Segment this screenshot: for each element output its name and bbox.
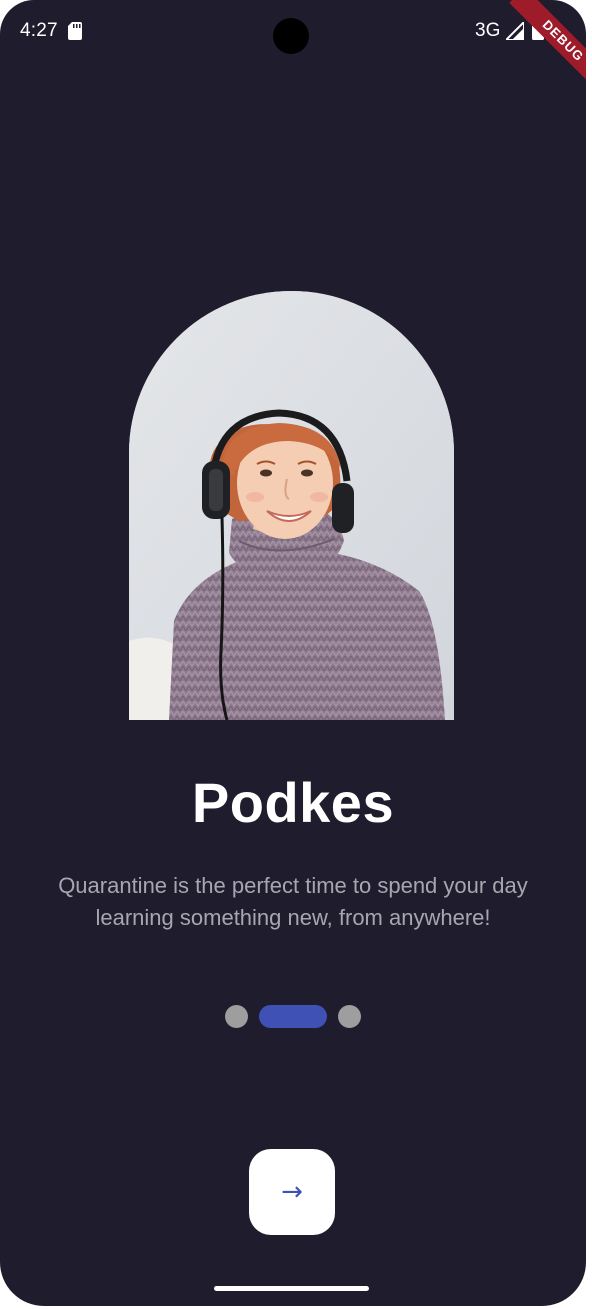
- onboarding-title: Podkes: [191, 771, 395, 834]
- status-time: 4:27: [20, 20, 58, 41]
- front-camera-cutout: [273, 18, 309, 54]
- signal-icon: [506, 22, 524, 40]
- debug-banner: DEBUG: [509, 0, 586, 95]
- woman-with-headphones-illustration: [129, 291, 454, 720]
- network-type: 3G: [475, 20, 501, 41]
- phone-screen: 4:27 3G DEBUG Podkes Quarantine is the p…: [0, 0, 586, 1306]
- arrow-right-icon: →: [281, 1177, 303, 1207]
- hero-photo: [129, 291, 454, 720]
- page-dot-1[interactable]: [225, 1005, 248, 1028]
- page-dot-3[interactable]: [338, 1005, 361, 1028]
- onboarding-subtitle: Quarantine is the perfect time to spend …: [58, 873, 528, 930]
- home-indicator[interactable]: [214, 1286, 369, 1291]
- page-indicator: [0, 1005, 586, 1028]
- sd-card-icon: [68, 22, 82, 40]
- next-button[interactable]: →: [249, 1149, 335, 1235]
- page-dot-2-active[interactable]: [259, 1005, 327, 1028]
